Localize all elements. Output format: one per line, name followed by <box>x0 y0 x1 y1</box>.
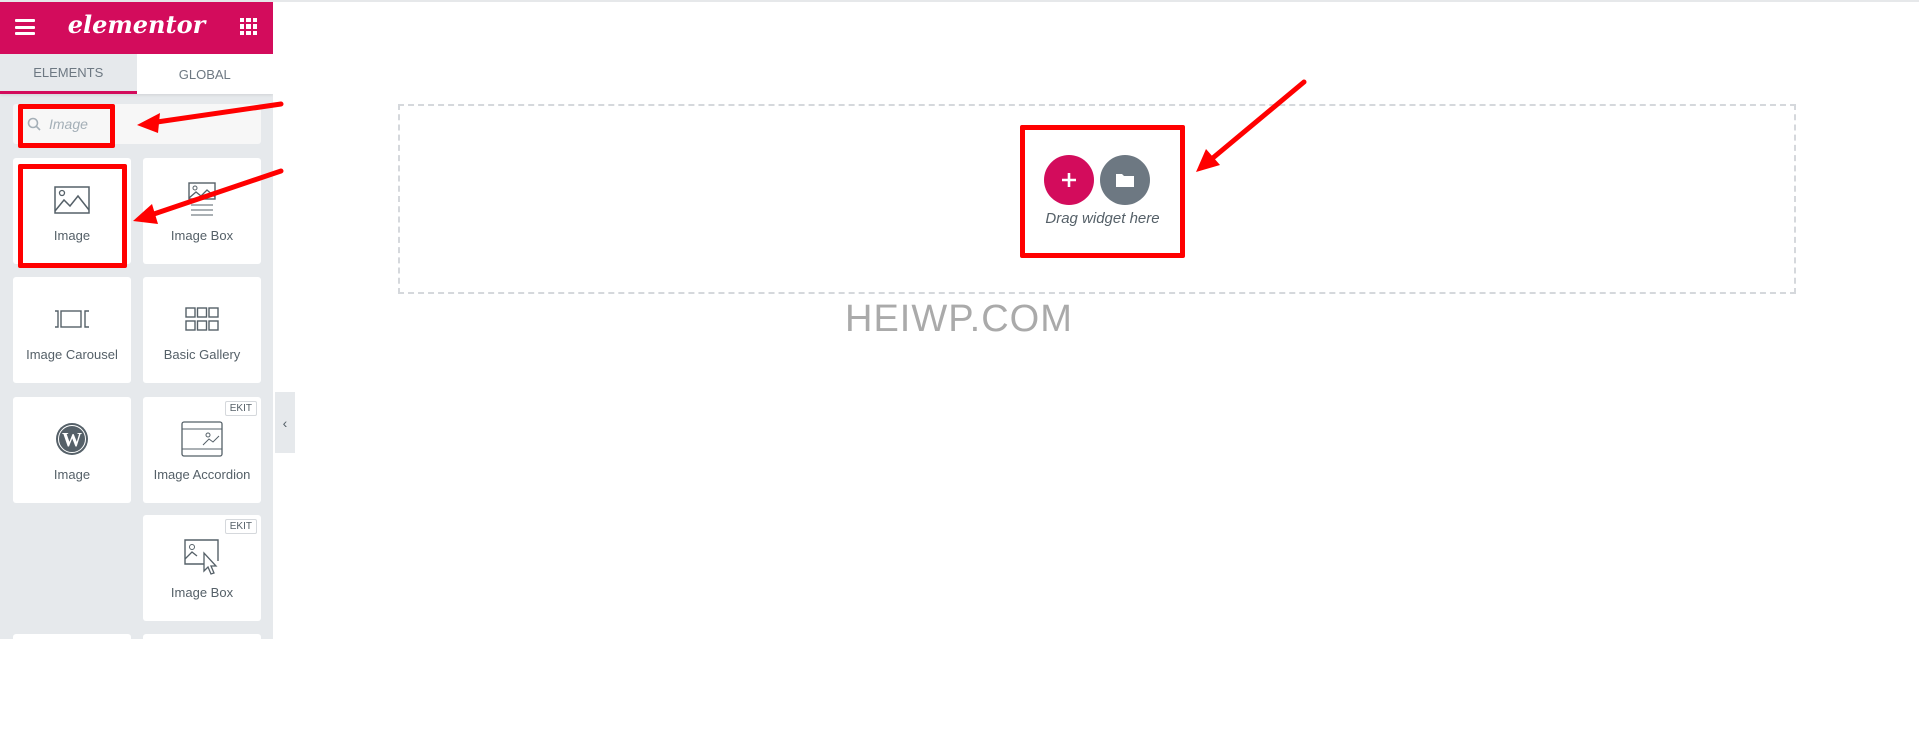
arrow-to-image-widget <box>145 168 284 219</box>
arrowhead <box>137 113 160 133</box>
widget-card-partial[interactable] <box>143 634 261 740</box>
annotation-arrows <box>133 79 1307 224</box>
widget-card-partial[interactable] <box>13 634 131 740</box>
arrow-to-drop-zone <box>1205 79 1307 165</box>
arrowhead <box>133 204 158 224</box>
arrow-to-search <box>147 101 284 126</box>
